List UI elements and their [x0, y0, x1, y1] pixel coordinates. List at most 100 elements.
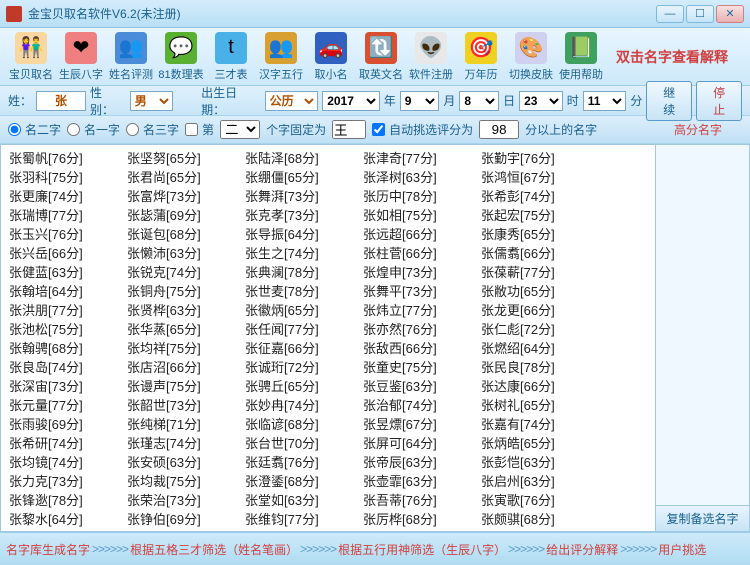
- fix-pos[interactable]: 第: [185, 121, 214, 138]
- auto-filter[interactable]: 自动挑选评分为: [372, 121, 473, 138]
- name-item[interactable]: 张富烨[73分]: [127, 187, 245, 206]
- name-item[interactable]: 张贤桦[63分]: [127, 301, 245, 320]
- tool-4[interactable]: t三才表: [206, 30, 256, 84]
- tool-6[interactable]: 🚗取小名: [306, 30, 356, 84]
- name-item[interactable]: 张煌申[73分]: [363, 263, 481, 282]
- close-button[interactable]: ✕: [716, 5, 744, 23]
- opt-three-char[interactable]: 名三字: [126, 121, 179, 138]
- name-item[interactable]: 张舞平[73分]: [363, 282, 481, 301]
- name-item[interactable]: 张敌西[66分]: [363, 339, 481, 358]
- name-item[interactable]: 张铜舟[75分]: [127, 282, 245, 301]
- tool-9[interactable]: 🎯万年历: [456, 30, 506, 84]
- name-item[interactable]: 张翰培[64分]: [9, 282, 127, 301]
- name-item[interactable]: 张兴岳[66分]: [9, 244, 127, 263]
- name-item[interactable]: 张津奇[77分]: [363, 149, 481, 168]
- name-item[interactable]: 张纯桦[68分]: [127, 529, 245, 532]
- name-item[interactable]: 张导振[64分]: [245, 225, 363, 244]
- name-item[interactable]: 张瑾志[74分]: [127, 434, 245, 453]
- name-item[interactable]: 张全望[65分]: [9, 529, 127, 532]
- continue-button[interactable]: 继续: [646, 81, 692, 121]
- name-item[interactable]: 张起宏[75分]: [481, 206, 599, 225]
- score-input[interactable]: [479, 120, 519, 139]
- name-item[interactable]: 张廷翥[76分]: [245, 453, 363, 472]
- tool-7[interactable]: 🔃取英文名: [356, 30, 406, 84]
- copy-selected-button[interactable]: 复制备选名字: [656, 505, 749, 531]
- name-item[interactable]: 张厉桦[68分]: [363, 510, 481, 529]
- name-item[interactable]: 张吾蒂[76分]: [363, 491, 481, 510]
- name-item[interactable]: 张毖蒲[69分]: [127, 206, 245, 225]
- name-item[interactable]: 张昱熛[67分]: [363, 415, 481, 434]
- name-item[interactable]: 张寅歌[76分]: [481, 491, 599, 510]
- name-item[interactable]: 张希彭[74分]: [481, 187, 599, 206]
- name-item[interactable]: 张鸿恒[67分]: [481, 168, 599, 187]
- tool-10[interactable]: 🎨切换皮肤: [506, 30, 556, 84]
- name-item[interactable]: 张元量[77分]: [9, 396, 127, 415]
- name-item[interactable]: 张儒翥[66分]: [481, 244, 599, 263]
- name-item[interactable]: 张彭恺[63分]: [481, 453, 599, 472]
- name-item[interactable]: 张刚卡[63分]: [481, 529, 599, 532]
- name-list[interactable]: 张蜀帆[76分]张羽科[75分]张更廉[74分]张瑞博[77分]张玉兴[76分]…: [0, 144, 655, 532]
- name-item[interactable]: 张宪鹏[64分]: [245, 529, 363, 532]
- name-item[interactable]: 张泽树[63分]: [363, 168, 481, 187]
- name-item[interactable]: 张希研[74分]: [9, 434, 127, 453]
- tool-2[interactable]: 👥姓名评测: [106, 30, 156, 84]
- name-item[interactable]: 张君尚[65分]: [127, 168, 245, 187]
- name-item[interactable]: 张徽炳[65分]: [245, 301, 363, 320]
- fix-pos-select[interactable]: 二: [220, 120, 260, 139]
- name-item[interactable]: 张谩声[75分]: [127, 377, 245, 396]
- name-item[interactable]: 张店沼[66分]: [127, 358, 245, 377]
- tool-0[interactable]: 👫宝贝取名: [6, 30, 56, 84]
- name-item[interactable]: 张更廉[74分]: [9, 187, 127, 206]
- minute-select[interactable]: 11: [583, 91, 627, 111]
- name-item[interactable]: 张龙更[66分]: [481, 301, 599, 320]
- day-select[interactable]: 8: [459, 91, 499, 111]
- maximize-button[interactable]: ☐: [686, 5, 714, 23]
- name-item[interactable]: 张征嘉[66分]: [245, 339, 363, 358]
- name-item[interactable]: 张骋丘[65分]: [245, 377, 363, 396]
- name-item[interactable]: 张锐克[74分]: [127, 263, 245, 282]
- name-item[interactable]: 张葆蔪[77分]: [481, 263, 599, 282]
- high-score-link[interactable]: 高分名字: [674, 121, 722, 138]
- surname-input[interactable]: [36, 91, 86, 111]
- name-item[interactable]: 张均祥[75分]: [127, 339, 245, 358]
- name-item[interactable]: 张颇骐[68分]: [481, 510, 599, 529]
- name-item[interactable]: 张玉兴[76分]: [9, 225, 127, 244]
- name-item[interactable]: 张洪朋[77分]: [9, 301, 127, 320]
- fix-char-input[interactable]: [332, 120, 366, 139]
- tool-11[interactable]: 📗使用帮助: [556, 30, 606, 84]
- name-item[interactable]: 张炜立[77分]: [363, 301, 481, 320]
- name-item[interactable]: 张启州[63分]: [481, 472, 599, 491]
- name-item[interactable]: 张妙冉[74分]: [245, 396, 363, 415]
- name-item[interactable]: 张诚珩[72分]: [245, 358, 363, 377]
- name-item[interactable]: 张亦然[76分]: [363, 320, 481, 339]
- name-item[interactable]: 张荣治[73分]: [127, 491, 245, 510]
- name-item[interactable]: 张池松[75分]: [9, 320, 127, 339]
- name-item[interactable]: 张陆泽[68分]: [245, 149, 363, 168]
- hour-select[interactable]: 23: [519, 91, 563, 111]
- name-item[interactable]: 张如相[75分]: [363, 206, 481, 225]
- name-item[interactable]: 张台世[70分]: [245, 434, 363, 453]
- stop-button[interactable]: 停止: [696, 81, 742, 121]
- name-item[interactable]: 张任闻[77分]: [245, 320, 363, 339]
- name-item[interactable]: 张屏可[64分]: [363, 434, 481, 453]
- name-item[interactable]: 张羽科[75分]: [9, 168, 127, 187]
- name-item[interactable]: 张达康[66分]: [481, 377, 599, 396]
- name-item[interactable]: 张柱菅[66分]: [363, 244, 481, 263]
- name-item[interactable]: 张华蒸[65分]: [127, 320, 245, 339]
- name-item[interactable]: 张历中[78分]: [363, 187, 481, 206]
- name-item[interactable]: 张安硕[63分]: [127, 453, 245, 472]
- name-item[interactable]: 张翰骋[68分]: [9, 339, 127, 358]
- tool-5[interactable]: 👥汉字五行: [256, 30, 306, 84]
- name-item[interactable]: 张力克[73分]: [9, 472, 127, 491]
- name-item[interactable]: 张童史[75分]: [363, 358, 481, 377]
- name-item[interactable]: 张舞湃[73分]: [245, 187, 363, 206]
- name-item[interactable]: 张仁彪[72分]: [481, 320, 599, 339]
- name-item[interactable]: 张均镜[74分]: [9, 453, 127, 472]
- year-select[interactable]: 2017: [322, 91, 380, 111]
- name-item[interactable]: 张远超[66分]: [363, 225, 481, 244]
- name-item[interactable]: 张诞包[68分]: [127, 225, 245, 244]
- gender-select[interactable]: 男: [130, 91, 174, 111]
- name-item[interactable]: 张树礼[65分]: [481, 396, 599, 415]
- name-item[interactable]: 张健蓝[63分]: [9, 263, 127, 282]
- tool-3[interactable]: 💬81数理表: [156, 30, 206, 84]
